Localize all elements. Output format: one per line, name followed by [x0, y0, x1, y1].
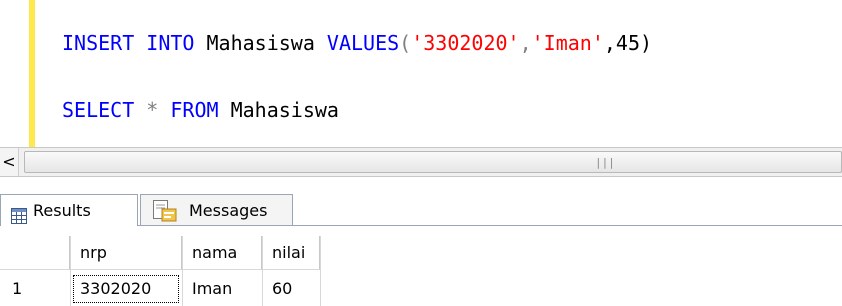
tab-messages[interactable]: Messages	[140, 194, 293, 226]
select-token-op: *	[146, 98, 159, 122]
code-line-select[interactable]: SELECT * FROM Mahasiswa	[62, 97, 339, 123]
editor-horizontal-scrollbar[interactable]: < |||	[0, 147, 842, 177]
scrollbar-grip-icon: |||	[595, 156, 615, 169]
select-token-kw: FROM	[170, 98, 219, 122]
insert-token-op: ,	[519, 31, 532, 55]
change-tracking-bar	[29, 0, 35, 147]
select-token-ident	[158, 98, 170, 122]
insert-token-str: 'Iman'	[531, 31, 604, 55]
chevron-left-icon: <	[2, 152, 16, 171]
row-number-header[interactable]	[0, 236, 70, 270]
grid-divider	[262, 236, 263, 306]
insert-token-ident	[134, 31, 146, 55]
select-token-ident: Mahasiswa	[218, 98, 339, 122]
tab-results-label: Results	[33, 201, 91, 220]
messages-icon	[153, 200, 177, 233]
select-token-ident	[134, 98, 146, 122]
insert-token-str: '3302020'	[411, 31, 520, 55]
grid-divider	[182, 236, 183, 306]
insert-token-ident: ,45)	[603, 31, 653, 55]
code-line-insert[interactable]: INSERT INTO Mahasiswa VALUES('3302020','…	[62, 30, 652, 56]
tab-messages-label: Messages	[189, 201, 268, 220]
select-token-kw: SELECT	[62, 98, 135, 122]
column-header-nilai[interactable]: nilai	[262, 236, 320, 270]
scroll-left-button[interactable]: <	[0, 148, 19, 176]
cell-nilai[interactable]: 60	[262, 272, 320, 306]
column-header-nrp[interactable]: nrp	[70, 236, 182, 270]
result-tabs: Results Messages	[0, 177, 842, 233]
grid-icon	[11, 203, 27, 235]
tab-results[interactable]: Results	[0, 194, 138, 226]
insert-token-kw: INTO	[146, 31, 195, 55]
scrollbar-thumb[interactable]: |||	[24, 151, 842, 173]
row-number[interactable]: 1	[0, 272, 70, 306]
tab-strip-divider	[138, 225, 842, 226]
cell-nama[interactable]: Iman	[182, 272, 262, 306]
insert-token-kw: INSERT	[62, 31, 135, 55]
insert-token-op: (	[399, 31, 412, 55]
query-editor[interactable]: INSERT INTO Mahasiswa VALUES('3302020','…	[0, 0, 842, 147]
cell-nrp[interactable]: 3302020	[70, 272, 182, 306]
grid-divider	[320, 236, 321, 306]
insert-token-ident: Mahasiswa	[194, 31, 327, 55]
column-header-nama[interactable]: nama	[182, 236, 262, 270]
insert-token-kw: VALUES	[326, 31, 400, 55]
grid-divider	[70, 236, 71, 306]
